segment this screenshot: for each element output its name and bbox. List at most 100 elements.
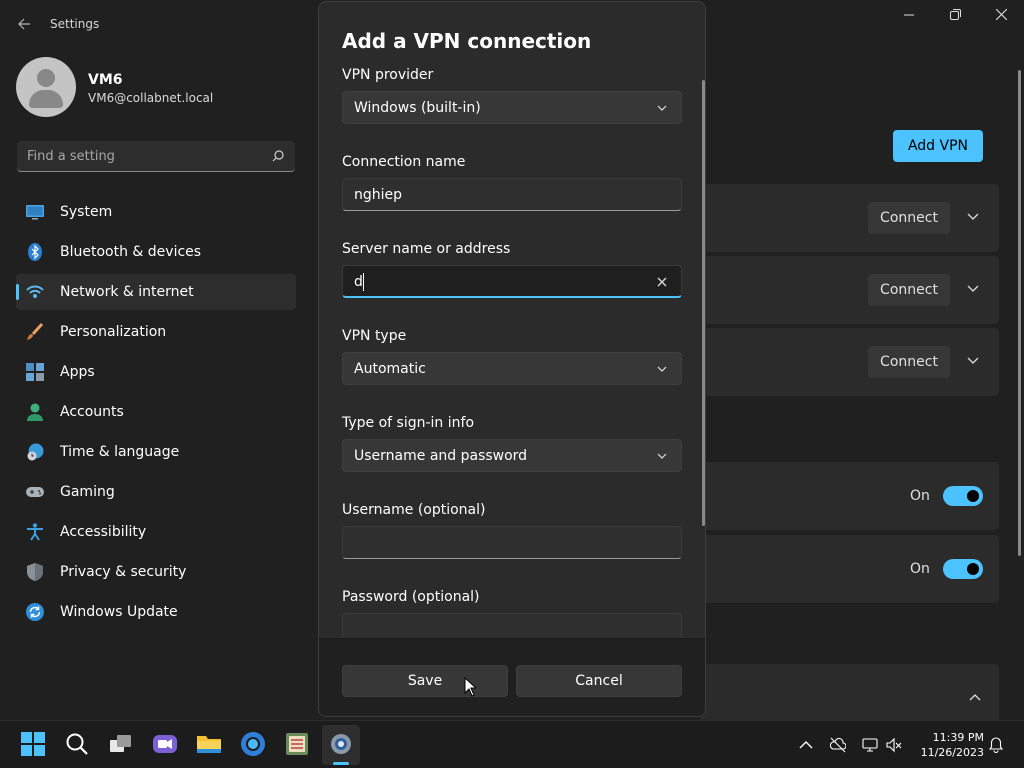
- back-button[interactable]: [12, 12, 36, 36]
- minimize-icon: [904, 14, 914, 16]
- add-vpn-button[interactable]: Add VPN: [893, 130, 983, 162]
- vpn-connection-card[interactable]: Connect: [700, 328, 999, 396]
- expandable-card[interactable]: [700, 664, 999, 724]
- clock[interactable]: 11:39 PM 11/26/2023: [912, 730, 984, 760]
- chevron-down-icon: [657, 366, 667, 372]
- chevron-down-icon: [657, 453, 667, 459]
- network-icon[interactable]: [862, 737, 878, 753]
- taskbar: 11:39 PM 11/26/2023: [0, 720, 1024, 768]
- system-icon: [26, 205, 44, 220]
- sidebar-item-label: Gaming: [60, 484, 115, 500]
- wifi-icon: [26, 285, 44, 298]
- username-label: Username (optional): [342, 502, 486, 518]
- vpn-type-label: VPN type: [342, 328, 407, 344]
- chevron-up-icon[interactable]: [798, 737, 814, 753]
- server-address-label: Server name or address: [342, 241, 511, 257]
- minimize-button[interactable]: [886, 4, 932, 30]
- sidebar-item-windows-update[interactable]: Windows Update: [16, 594, 296, 630]
- server-address-value: d: [354, 274, 363, 290]
- vpn-provider-label: VPN provider: [342, 67, 434, 83]
- connect-button[interactable]: Connect: [868, 202, 950, 234]
- maximize-button[interactable]: [932, 4, 978, 30]
- app-icon[interactable]: [284, 731, 310, 757]
- chevron-down-icon: [657, 105, 667, 111]
- cloud-offline-icon[interactable]: [830, 737, 846, 753]
- vpn-provider-dropdown[interactable]: Windows (built-in): [342, 91, 682, 124]
- connect-button[interactable]: Connect: [868, 346, 950, 378]
- chevron-down-icon[interactable]: [966, 282, 980, 296]
- search-icon[interactable]: [64, 731, 90, 757]
- clock-date: 11/26/2023: [920, 746, 984, 759]
- sidebar-item-label: Privacy & security: [60, 564, 187, 580]
- teams-icon[interactable]: [152, 731, 178, 757]
- settings-icon[interactable]: [328, 731, 354, 757]
- task-view-icon[interactable]: [108, 731, 134, 757]
- server-address-field[interactable]: d: [342, 265, 682, 298]
- sidebar-item-label: Personalization: [60, 324, 167, 340]
- dialog-scrollbar[interactable]: [702, 80, 705, 526]
- sidebar-item-accessibility[interactable]: Accessibility: [16, 514, 296, 550]
- volume-muted-icon[interactable]: [886, 737, 902, 753]
- file-explorer-icon[interactable]: [196, 731, 222, 757]
- search-input[interactable]: [17, 141, 257, 171]
- globe-clock-icon: [27, 443, 44, 461]
- vpn-type-dropdown[interactable]: Automatic: [342, 352, 682, 385]
- username-field[interactable]: [342, 526, 682, 559]
- sidebar-item-time-language[interactable]: Time & language: [16, 434, 296, 470]
- gamepad-icon: [26, 487, 44, 497]
- sidebar-item-accounts[interactable]: Accounts: [16, 394, 296, 430]
- sidebar-item-label: Accessibility: [60, 524, 147, 540]
- chevron-up-icon[interactable]: [968, 690, 982, 704]
- maximize-icon: [949, 9, 961, 20]
- toggle-switch[interactable]: [943, 486, 983, 506]
- dialog-footer: Save Cancel: [319, 638, 705, 716]
- dialog-title: Add a VPN connection: [342, 29, 592, 53]
- cancel-button[interactable]: Cancel: [516, 665, 682, 697]
- sidebar-item-label: Network & internet: [60, 284, 194, 300]
- main-scrollbar[interactable]: [1018, 70, 1021, 556]
- user-email: VM6@collabnet.local: [88, 91, 214, 105]
- chevron-down-icon[interactable]: [966, 210, 980, 224]
- vpn-provider-value: Windows (built-in): [354, 100, 481, 116]
- sidebar-item-label: Apps: [60, 364, 95, 380]
- vpn-type-value: Automatic: [354, 361, 426, 377]
- sidebar-item-gaming[interactable]: Gaming: [16, 474, 296, 510]
- vpn-setting-card: On: [700, 535, 999, 603]
- sign-in-type-dropdown[interactable]: Username and password: [342, 439, 682, 472]
- close-button[interactable]: [978, 4, 1024, 30]
- update-icon: [26, 603, 44, 621]
- sidebar-item-bluetooth[interactable]: Bluetooth & devices: [16, 234, 296, 270]
- apps-icon: [26, 363, 44, 381]
- notification-bell-icon[interactable]: [988, 737, 1004, 753]
- connection-name-label: Connection name: [342, 154, 466, 170]
- search-icon: [272, 150, 284, 162]
- sidebar-nav: System Bluetooth & devices Network & int…: [16, 194, 296, 634]
- sidebar-item-personalization[interactable]: Personalization: [16, 314, 296, 350]
- avatar[interactable]: [16, 57, 76, 117]
- sidebar-item-label: Bluetooth & devices: [60, 244, 202, 260]
- user-name: VM6: [88, 72, 123, 88]
- avatar-body: [29, 90, 63, 108]
- sidebar-item-apps[interactable]: Apps: [16, 354, 296, 390]
- sidebar-item-label: Accounts: [60, 404, 124, 420]
- sidebar-item-privacy[interactable]: Privacy & security: [16, 554, 296, 590]
- password-label: Password (optional): [342, 589, 480, 605]
- sidebar-item-system[interactable]: System: [16, 194, 296, 230]
- chrome-icon[interactable]: [240, 731, 266, 757]
- toggle-switch[interactable]: [943, 559, 983, 579]
- chevron-down-icon[interactable]: [966, 354, 980, 368]
- connect-button[interactable]: Connect: [868, 274, 950, 306]
- search-box[interactable]: [17, 141, 295, 172]
- clear-icon[interactable]: [655, 275, 669, 289]
- toggle-state-label: On: [910, 488, 930, 504]
- vpn-connection-card[interactable]: Connect: [700, 184, 999, 252]
- save-button[interactable]: Save: [342, 665, 508, 697]
- connection-name-field[interactable]: nghiep: [342, 178, 682, 211]
- sidebar-item-network[interactable]: Network & internet: [16, 274, 296, 310]
- mouse-cursor-icon: [464, 677, 476, 697]
- vpn-connection-card[interactable]: Connect: [700, 256, 999, 324]
- start-icon[interactable]: [20, 731, 46, 757]
- accessibility-icon: [27, 523, 43, 541]
- sidebar-item-label: System: [60, 204, 113, 220]
- shield-icon: [27, 563, 43, 581]
